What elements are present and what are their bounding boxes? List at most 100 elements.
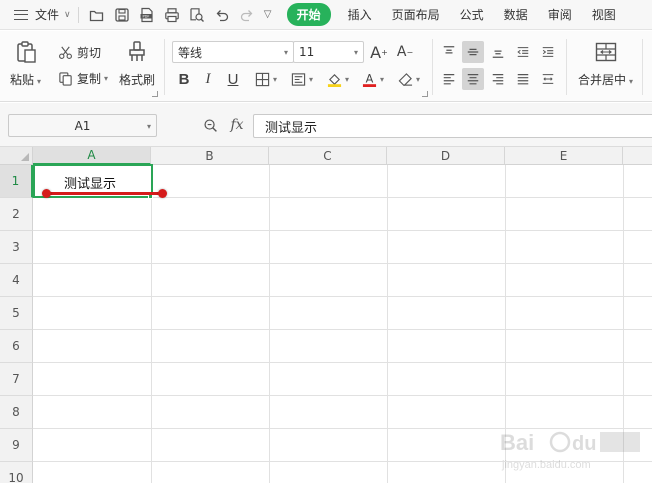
save-icon[interactable] [111, 4, 133, 26]
column-header-e[interactable]: E [505, 147, 623, 165]
chevron-down-icon: ▾ [37, 77, 42, 86]
copy-label: 复制 [77, 71, 102, 86]
font-name-value: 等线 [178, 45, 203, 60]
gridline [33, 329, 652, 330]
file-menu-label: 文件 [35, 8, 60, 22]
align-center-icon[interactable] [462, 68, 484, 90]
row-header-9[interactable]: 9 [0, 429, 33, 462]
annotation-dot-left [42, 189, 51, 198]
underline-icon[interactable]: U [222, 68, 244, 90]
clipboard-launcher-icon[interactable] [152, 91, 158, 97]
italic-icon[interactable]: I [197, 68, 219, 90]
svg-text:du: du [572, 433, 596, 455]
export-pdf-icon[interactable]: PDF [136, 4, 158, 26]
divider [77, 6, 79, 23]
font-name-select[interactable]: 等线 ▾ [172, 41, 294, 63]
divider [642, 39, 643, 95]
gridline [269, 165, 270, 483]
eraser-icon[interactable]: ▾ [394, 68, 424, 90]
column-header-a[interactable]: A [33, 147, 151, 165]
paste-icon [13, 39, 39, 65]
tab-page-layout[interactable]: 页面布局 [392, 6, 440, 23]
row-header-3[interactable]: 3 [0, 231, 33, 264]
align-right-icon[interactable] [487, 68, 509, 90]
redo-icon[interactable] [236, 4, 258, 26]
tab-insert[interactable]: 插入 [348, 6, 372, 23]
row-header-10[interactable]: 10 [0, 462, 33, 483]
more-icon[interactable]: ▽ [261, 9, 275, 20]
row-header-7[interactable]: 7 [0, 363, 33, 396]
divider [566, 39, 567, 95]
column-header-next[interactable] [623, 147, 652, 165]
chevron-down-icon: ∨ [64, 9, 71, 20]
merge-cells-icon [593, 39, 619, 65]
annotation-line [47, 192, 163, 195]
tab-review[interactable]: 审阅 [548, 6, 572, 23]
borders-icon[interactable]: ▾ [251, 68, 281, 90]
align-left-icon[interactable] [438, 68, 460, 90]
distributed-align-icon[interactable] [537, 68, 559, 90]
gridline [33, 296, 652, 297]
align-middle-icon[interactable] [462, 41, 484, 63]
row-header-1[interactable]: 1 [0, 165, 33, 198]
column-header-d[interactable]: D [387, 147, 505, 165]
row-header-5[interactable]: 5 [0, 297, 33, 330]
increase-font-size-icon[interactable]: A + [368, 41, 390, 63]
font-size-select[interactable]: 11 ▾ [293, 41, 364, 63]
increase-indent-icon[interactable] [537, 41, 559, 63]
print-preview-icon[interactable] [186, 4, 208, 26]
format-painter-label: 格式刷 [119, 73, 156, 87]
formula-input[interactable]: 测试显示 [253, 114, 652, 138]
bold-icon[interactable]: B [173, 68, 195, 90]
zoom-formula-icon[interactable] [201, 116, 219, 134]
formula-bar: A1 ▾ fx 测试显示 [0, 103, 652, 147]
gridline [151, 165, 152, 483]
print-icon[interactable] [161, 4, 183, 26]
undo-icon[interactable] [211, 4, 233, 26]
gridline [33, 362, 652, 363]
gridline [33, 230, 652, 231]
merge-center-button[interactable]: 合并居中 ▾ [578, 39, 633, 88]
decrease-indent-icon[interactable] [512, 41, 534, 63]
divider [432, 39, 433, 95]
chevron-down-icon: ▾ [629, 77, 634, 86]
align-top-icon[interactable] [438, 41, 460, 63]
column-header-b[interactable]: B [151, 147, 269, 165]
tab-home[interactable]: 开始 [286, 3, 331, 26]
svg-text:A: A [366, 72, 374, 85]
select-all-corner[interactable] [0, 147, 33, 165]
justify-icon[interactable] [512, 68, 534, 90]
tab-data[interactable]: 数据 [504, 6, 528, 23]
row-header-6[interactable]: 6 [0, 330, 33, 363]
merge-center-label: 合并居中 [578, 73, 627, 87]
copy-icon [57, 70, 73, 86]
scissors-icon [57, 44, 73, 60]
copy-button[interactable]: 复制 ▾ [57, 68, 108, 88]
column-header-c[interactable]: C [269, 147, 387, 165]
tab-formulas[interactable]: 公式 [460, 6, 484, 23]
cut-button[interactable]: 剪切 [57, 42, 101, 62]
decrease-font-size-icon[interactable]: A − [394, 41, 416, 63]
svg-text:PDF: PDF [142, 14, 149, 18]
font-launcher-icon[interactable] [422, 91, 428, 97]
chevron-down-icon: ▾ [146, 122, 151, 131]
fill-color-icon[interactable]: ▾ [323, 68, 353, 90]
insert-function-icon[interactable]: fx [228, 116, 246, 134]
file-menu-button[interactable]: 文件 ∨ [14, 3, 71, 27]
row-header-8[interactable]: 8 [0, 396, 33, 429]
fill-pattern-icon[interactable]: ▾ [287, 68, 317, 90]
gridline [33, 263, 652, 264]
paste-button[interactable]: 粘贴 ▾ [10, 39, 41, 88]
cut-label: 剪切 [77, 45, 102, 60]
brush-icon [124, 39, 150, 65]
svg-text:Bai: Bai [500, 430, 534, 455]
tab-view[interactable]: 视图 [592, 6, 616, 23]
open-icon[interactable] [86, 4, 108, 26]
row-header-4[interactable]: 4 [0, 264, 33, 297]
name-box-value: A1 [74, 118, 91, 133]
name-box[interactable]: A1 ▾ [8, 114, 157, 137]
font-color-icon[interactable]: A ▾ [358, 68, 388, 90]
format-painter-button[interactable]: 格式刷 [119, 39, 155, 88]
align-bottom-icon[interactable] [487, 41, 509, 63]
row-header-2[interactable]: 2 [0, 198, 33, 231]
